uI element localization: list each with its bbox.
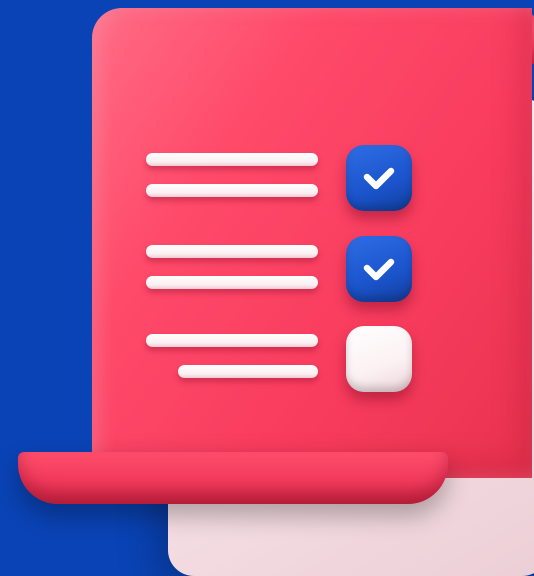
checkbox-checked[interactable] — [346, 236, 412, 302]
checklist-illustration — [0, 0, 534, 576]
text-line — [146, 153, 318, 166]
scroll-bottom-curl — [18, 452, 448, 504]
checkmark-icon — [363, 167, 395, 190]
text-line — [178, 365, 318, 378]
scroll-paper-sheet — [92, 8, 532, 478]
text-line — [146, 245, 318, 258]
text-line — [146, 276, 318, 289]
text-line — [146, 334, 318, 347]
text-line — [146, 184, 318, 197]
checkbox-checked[interactable] — [346, 145, 412, 211]
checkmark-icon — [363, 258, 395, 281]
checkbox-unchecked[interactable] — [346, 326, 412, 392]
